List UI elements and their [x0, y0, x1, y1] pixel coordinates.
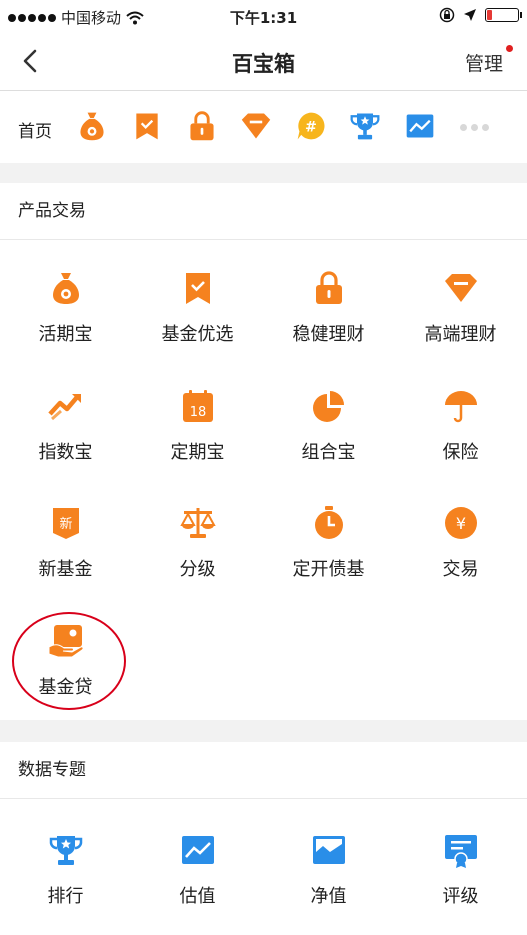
grid-item-label: 估值 [179, 886, 216, 907]
pie-chart-icon [313, 391, 344, 422]
grid-item-label: 分级 [179, 559, 216, 580]
grid-item-gaoduanlicai[interactable]: 高端理财 [395, 270, 526, 370]
grid-item-jijinyouxuan[interactable]: 基金优选 [132, 270, 263, 370]
manage-button[interactable]: 管理 [465, 49, 503, 76]
grid-item-guzhi[interactable]: 估值 [132, 832, 263, 932]
grid-item-label: 评级 [442, 886, 479, 907]
bookmark-icon[interactable] [131, 110, 163, 142]
grid-item-jiaoyi[interactable]: ¥ 交易 [395, 505, 526, 605]
page-title: 百宝箱 [232, 52, 295, 76]
status-bar: 中国移动 下午1:31 [0, 0, 527, 34]
home-shortcut-bar: 首页 # [0, 91, 527, 163]
navigation-bar: 百宝箱 管理 [0, 34, 527, 91]
new-badge-icon: 新 [53, 508, 79, 539]
diamond-icon[interactable] [240, 110, 272, 142]
svg-text:#: # [305, 119, 317, 135]
money-bag-icon [53, 273, 79, 304]
home-label: 首页 [18, 122, 52, 142]
grid-item-label: 净值 [310, 886, 347, 907]
grid-item-zhishubao[interactable]: 指数宝 [0, 388, 131, 488]
grid-item-jijindai[interactable]: 基金贷 [0, 623, 131, 723]
bookmark-check-icon [186, 273, 210, 304]
grid-item-huoqibao[interactable]: 活期宝 [0, 270, 131, 370]
grid-item-xinjijin[interactable]: 新 新基金 [0, 505, 131, 605]
battery-icon [485, 8, 522, 22]
umbrella-icon [445, 391, 477, 423]
notification-dot [506, 45, 513, 52]
svg-text:新: 新 [59, 516, 72, 532]
trend-arrow-icon [48, 394, 81, 421]
yen-coin-icon: ¥ [445, 507, 477, 539]
hash-bubble-icon[interactable]: # [295, 110, 327, 142]
lock-icon [316, 271, 342, 304]
grid-item-label: 新基金 [38, 559, 93, 580]
product-trading-section: 产品交易 活期宝 基金优选 稳健理财 高端理财 指数宝 18 定期宝 组合宝 保… [0, 183, 527, 720]
svg-text:18: 18 [190, 405, 207, 420]
lock-icon[interactable] [186, 110, 218, 142]
grid-item-zuhebao[interactable]: 组合宝 [263, 388, 394, 488]
trend-chart-icon [182, 836, 214, 864]
grid-item-dingqibao[interactable]: 18 定期宝 [132, 388, 263, 488]
section-title: 产品交易 [0, 183, 527, 240]
scale-icon [180, 508, 216, 538]
grid-item-pingji[interactable]: 评级 [395, 832, 526, 932]
data-topics-section: 数据专题 排行 估值 净值 评级 [0, 742, 527, 935]
grid-item-label: 指数宝 [38, 442, 93, 463]
grid-item-fenji[interactable]: 分级 [132, 505, 263, 605]
grid-item-label: 保险 [442, 442, 479, 463]
grid-item-label: 活期宝 [38, 324, 93, 345]
trend-chart-icon[interactable] [404, 110, 436, 142]
section-title: 数据专题 [0, 742, 527, 799]
certificate-icon [445, 835, 477, 868]
orientation-lock-icon [439, 7, 455, 23]
grid-item-label: 定期宝 [170, 442, 225, 463]
trophy-icon[interactable] [349, 110, 381, 142]
grid-item-label: 基金贷 [38, 677, 93, 698]
more-dots-icon[interactable] [460, 124, 489, 131]
grid-item-label: 定开债基 [292, 559, 365, 580]
grid-item-label: 稳健理财 [292, 324, 365, 345]
money-bag-icon[interactable] [76, 110, 108, 142]
grid-item-label: 基金优选 [161, 324, 234, 345]
grid-item-dingkaizhaiji[interactable]: 定开债基 [263, 505, 394, 605]
grid-item-baoxian[interactable]: 保险 [395, 388, 526, 488]
trophy-icon [49, 836, 83, 865]
picture-chart-icon [313, 836, 345, 864]
grid-item-label: 高端理财 [424, 324, 497, 345]
location-arrow-icon [464, 9, 476, 21]
calendar-icon: 18 [183, 390, 213, 422]
diamond-icon [445, 274, 477, 302]
svg-text:¥: ¥ [456, 514, 466, 533]
grid-item-label: 排行 [47, 886, 84, 907]
grid-item-label: 组合宝 [301, 442, 356, 463]
hand-card-icon [48, 625, 84, 658]
grid-item-label: 交易 [442, 559, 479, 580]
grid-item-jingzhi[interactable]: 净值 [263, 832, 394, 932]
grid-item-paihang[interactable]: 排行 [0, 832, 131, 932]
stopwatch-icon [315, 506, 343, 539]
grid-item-wenjianlicai[interactable]: 稳健理财 [263, 270, 394, 370]
